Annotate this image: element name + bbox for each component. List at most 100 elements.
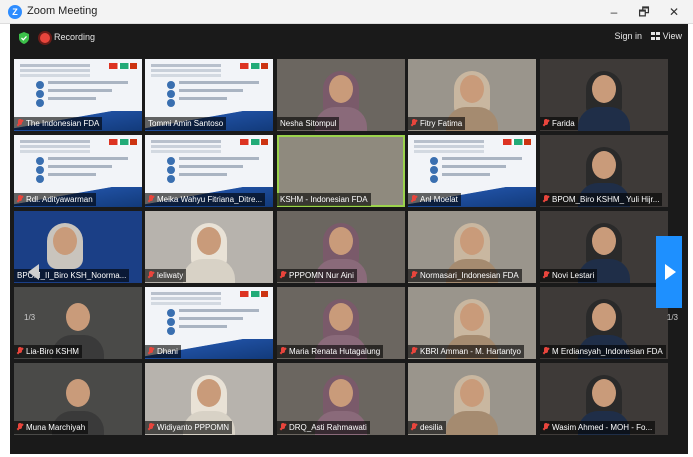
muted-mic-icon	[280, 423, 286, 431]
close-button[interactable]: ✕	[659, 3, 689, 21]
participant-name-tag: The Indonesian FDA	[14, 117, 103, 130]
meeting-topbar: Recording Sign in View	[10, 24, 688, 52]
participant-name-tag: Meika Wahyu Fitriana_Ditre...	[145, 193, 266, 206]
participant-tile[interactable]: KSHM - Indonesian FDA	[277, 135, 405, 207]
muted-mic-icon	[280, 271, 286, 279]
chevron-right-icon	[665, 264, 676, 280]
participant-tile[interactable]: Tommi Amin Santoso	[145, 59, 273, 131]
participant-tile[interactable]: M Erdiansyah_Indonesian FDA	[540, 287, 668, 359]
participant-name-tag: Novi Lestari	[540, 269, 598, 282]
participant-name: Normasari_Indonesian FDA	[420, 271, 519, 280]
participant-name: Nesha Sitompul	[280, 119, 337, 128]
recording-label: Recording	[54, 32, 96, 42]
participant-name: BPOM_Biro KSHM_ Yuli Hijr...	[552, 195, 660, 204]
participant-video	[444, 375, 500, 435]
participant-name: Tommi Amin Santoso	[148, 119, 224, 128]
participant-tile[interactable]: PPPOMN Nur Aini	[277, 211, 405, 283]
maximize-button[interactable]: 🗗	[629, 3, 659, 21]
participant-tile[interactable]: Rdl. Adityawarman	[14, 135, 142, 207]
participant-tile[interactable]: Maria Renata Hutagalung	[277, 287, 405, 359]
shield-icon[interactable]	[19, 32, 29, 44]
participant-tile[interactable]: Muna Marchiyah	[14, 363, 142, 435]
page-indicator-right: 1/3	[666, 313, 678, 322]
participant-tile[interactable]: KBRI Amman - M. Hartantyo	[408, 287, 536, 359]
meeting-window: Recording Sign in View The Indonesian FD…	[10, 24, 688, 454]
participant-tile[interactable]: Farida	[540, 59, 668, 131]
participant-name-tag: KBRI Amman - M. Hartantyo	[408, 345, 524, 358]
participant-name-tag: Dhani	[145, 345, 181, 358]
participant-name-tag: M Erdiansyah_Indonesian FDA	[540, 345, 666, 358]
muted-mic-icon	[543, 271, 549, 279]
muted-mic-icon	[543, 423, 549, 431]
participant-name-tag: PPPOMN Nur Aini	[277, 269, 357, 282]
participant-tile[interactable]: leliwaty	[145, 211, 273, 283]
sign-in-button[interactable]: Sign in	[614, 31, 642, 41]
participant-tile[interactable]: Fitry Fatima	[408, 59, 536, 131]
minimize-button[interactable]: –	[599, 3, 629, 21]
muted-mic-icon	[543, 347, 549, 355]
participant-tile[interactable]: desilia	[408, 363, 536, 435]
participant-tile[interactable]: Widiyanto PPPOMN	[145, 363, 273, 435]
participant-tile[interactable]: Normasari_Indonesian FDA	[408, 211, 536, 283]
participant-tile[interactable]: Nesha Sitompul	[277, 59, 405, 131]
participant-name: Farida	[552, 119, 575, 128]
participant-name-tag: desilia	[408, 421, 446, 434]
window-titlebar: Z Zoom Meeting – 🗗 ✕	[0, 0, 693, 24]
participant-tile[interactable]: The Indonesian FDA	[14, 59, 142, 131]
participant-name-tag: Widiyanto PPPOMN	[145, 421, 233, 434]
participant-tile[interactable]: BPOM_Biro KSHM_ Yuli Hijr...	[540, 135, 668, 207]
participant-tile[interactable]: DRQ_Asti Rahmawati	[277, 363, 405, 435]
participant-name: Muna Marchiyah	[26, 423, 86, 432]
participant-name: The Indonesian FDA	[26, 119, 100, 128]
participant-name: Dhani	[157, 347, 178, 356]
participant-name-tag: DRQ_Asti Rahmawati	[277, 421, 370, 434]
participant-tile[interactable]: Anl Moelat	[408, 135, 536, 207]
participant-name: Rdl. Adityawarman	[26, 195, 93, 204]
muted-mic-icon	[148, 195, 154, 203]
participant-name-tag: Fitry Fatima	[408, 117, 466, 130]
participant-name-tag: Wasim Ahmed - MOH - Fo...	[540, 421, 656, 434]
participant-tile[interactable]: Meika Wahyu Fitriana_Ditre...	[145, 135, 273, 207]
muted-mic-icon	[17, 195, 23, 203]
muted-mic-icon	[411, 423, 417, 431]
participant-name-tag: Tommi Amin Santoso	[145, 117, 227, 130]
participant-tile[interactable]: Dhani	[145, 287, 273, 359]
next-page-button[interactable]	[656, 236, 682, 308]
participant-name: DRQ_Asti Rahmawati	[289, 423, 367, 432]
muted-mic-icon	[148, 271, 154, 279]
participant-name-tag: Normasari_Indonesian FDA	[408, 269, 522, 282]
participant-tile[interactable]: Wasim Ahmed - MOH - Fo...	[540, 363, 668, 435]
muted-mic-icon	[280, 347, 286, 355]
muted-mic-icon	[411, 119, 417, 127]
muted-mic-icon	[17, 423, 23, 431]
participant-name: Anl Moelat	[420, 195, 458, 204]
muted-mic-icon	[17, 347, 23, 355]
view-label: View	[662, 31, 682, 41]
chevron-left-icon	[28, 264, 39, 280]
participant-name: Maria Renata Hutagalung	[289, 347, 381, 356]
previous-page-button[interactable]	[21, 236, 47, 308]
muted-mic-icon	[148, 423, 154, 431]
muted-mic-icon	[543, 119, 549, 127]
page-indicator-left: 1/3	[24, 313, 36, 322]
zoom-logo-icon: Z	[8, 5, 22, 19]
muted-mic-icon	[411, 347, 417, 355]
participant-name-tag: Nesha Sitompul	[277, 117, 340, 130]
muted-mic-icon	[411, 195, 417, 203]
participant-name: KSHM - Indonesian FDA	[280, 195, 368, 204]
view-button[interactable]: View	[650, 31, 682, 41]
participant-name-tag: Farida	[540, 117, 578, 130]
participant-name-tag: BPOM_Biro KSHM_ Yuli Hijr...	[540, 193, 663, 206]
participant-video	[181, 223, 237, 283]
participant-name: Lia-Biro KSHM	[26, 347, 79, 356]
muted-mic-icon	[411, 271, 417, 279]
participant-name: Novi Lestari	[552, 271, 595, 280]
muted-mic-icon	[17, 119, 23, 127]
recording-icon	[40, 33, 50, 43]
muted-mic-icon	[543, 195, 549, 203]
participant-video	[576, 71, 632, 131]
participant-name: Wasim Ahmed - MOH - Fo...	[552, 423, 653, 432]
participant-tile[interactable]: Novi Lestari	[540, 211, 668, 283]
participant-name-tag: Muna Marchiyah	[14, 421, 89, 434]
participant-name: desilia	[420, 423, 443, 432]
